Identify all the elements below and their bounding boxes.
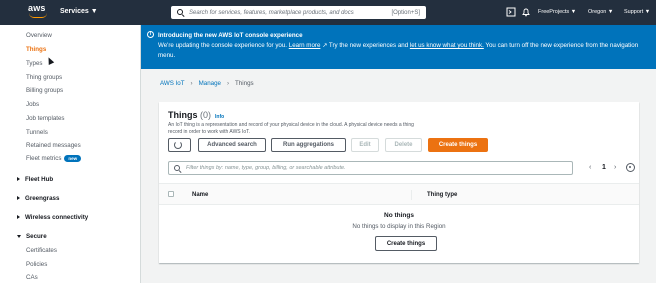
pagination-page[interactable]: 1 <box>602 164 606 171</box>
refresh-button[interactable] <box>168 138 191 152</box>
caret-right-icon <box>17 177 20 182</box>
banner-text: We're updating the console experience fo… <box>158 42 289 49</box>
support-menu[interactable]: Support ▼ <box>624 9 650 15</box>
aws-logo[interactable]: aws <box>28 4 50 20</box>
sidebar-item-billing-groups[interactable]: Billing groups <box>26 87 63 94</box>
aws-smile-icon <box>29 13 47 18</box>
caret-right-icon <box>17 196 20 201</box>
sidebar-item-thing-groups[interactable]: Thing groups <box>26 74 62 81</box>
advanced-search-button[interactable]: Advanced search <box>198 138 266 152</box>
sidebar-item-things[interactable]: Things <box>26 46 46 53</box>
section-label: Fleet Hub <box>25 176 54 183</box>
sidebar-item-fleet-metrics[interactable]: Fleet metrics new <box>26 155 82 163</box>
info-icon: i <box>147 31 154 38</box>
pagination-next[interactable]: › <box>614 164 616 171</box>
refresh-icon <box>174 141 182 149</box>
sidebar-item-overview[interactable]: Overview <box>26 32 52 39</box>
pagination-prev[interactable]: ‹ <box>589 164 591 171</box>
sidebar-item-job-templates[interactable]: Job templates <box>26 115 65 122</box>
edit-button[interactable]: Edit <box>351 138 379 152</box>
things-title: Things <box>168 110 198 120</box>
breadcrumb-aws-iot[interactable]: AWS IoT <box>160 80 185 87</box>
breadcrumb-manage[interactable]: Manage <box>199 80 221 87</box>
empty-create-things-button[interactable]: Create things <box>375 236 437 251</box>
cloudshell-icon[interactable] <box>506 7 516 17</box>
column-thing-type[interactable]: Thing type <box>427 192 457 198</box>
filter-placeholder: Filter things by: name, type, group, bil… <box>186 165 346 171</box>
select-all-checkbox[interactable] <box>168 191 174 197</box>
sidebar-item-label: Fleet metrics <box>26 155 62 163</box>
sidebar-item-cas[interactable]: CAs <box>26 274 38 281</box>
empty-state-title: No things <box>384 212 414 219</box>
search-icon <box>174 164 181 172</box>
banner-title: Introducing the new AWS IoT console expe… <box>158 32 303 39</box>
info-link[interactable]: Info <box>215 114 224 120</box>
things-description: An IoT thing is a representation and rec… <box>168 122 414 135</box>
column-divider <box>411 190 412 200</box>
section-label: Wireless connectivity <box>25 214 89 221</box>
caret-right-icon <box>17 215 20 220</box>
caret-down-icon <box>17 234 21 238</box>
sidebar-item-policies[interactable]: Policies <box>26 261 47 268</box>
global-search-input[interactable]: Search for services, features, marketpla… <box>171 6 426 19</box>
search-icon <box>177 9 184 16</box>
run-aggregations-button[interactable]: Run aggregations <box>271 138 346 152</box>
chevron-right-icon: › <box>226 80 230 87</box>
feedback-link[interactable]: let us know what you think. <box>410 42 484 49</box>
banner-body: We're updating the console experience fo… <box>158 41 648 61</box>
info-banner: i Introducing the new AWS IoT console ex… <box>141 25 656 69</box>
section-label: Secure <box>26 233 47 240</box>
table-header: Name Thing type <box>159 183 639 205</box>
column-name[interactable]: Name <box>192 192 208 198</box>
section-label: Greengrass <box>25 195 60 202</box>
gear-icon[interactable] <box>626 163 635 172</box>
services-menu[interactable]: Services ▼ <box>60 8 98 15</box>
sidebar-item-jobs[interactable]: Jobs <box>26 101 39 108</box>
create-things-button[interactable]: Create things <box>428 138 488 152</box>
breadcrumb: AWS IoT › Manage › Things <box>160 80 254 87</box>
sidebar-section-wireless-connectivity[interactable]: Wireless connectivity <box>17 214 88 221</box>
sidebar-section-secure[interactable]: Secure <box>17 233 47 240</box>
delete-button[interactable]: Delete <box>385 138 422 152</box>
banner-text: Try the new experiences and <box>327 42 410 49</box>
new-badge: new <box>64 155 82 162</box>
account-menu[interactable]: FreeProjects ▼ <box>538 9 576 15</box>
sidebar-item-retained-messages[interactable]: Retained messages <box>26 142 81 149</box>
sidebar-section-fleet-hub[interactable]: Fleet Hub <box>17 176 53 183</box>
learn-more-link[interactable]: Learn more <box>289 42 321 49</box>
search-placeholder: Search for services, features, marketpla… <box>189 9 354 16</box>
sidebar-item-tunnels[interactable]: Tunnels <box>26 129 48 136</box>
empty-state-subtitle: No things to display in this Region <box>352 223 446 230</box>
aws-logo-text: aws <box>28 3 46 13</box>
things-count: (0) <box>200 110 212 120</box>
sidebar-item-certificates[interactable]: Certificates <box>26 247 57 254</box>
breadcrumb-things: Things <box>235 80 254 87</box>
region-menu[interactable]: Oregon ▼ <box>588 9 613 15</box>
sidebar-item-types[interactable]: Types <box>26 60 43 67</box>
filter-things-input[interactable]: Filter things by: name, type, group, bil… <box>168 161 573 175</box>
sidebar: Overview Things Types Thing groups Billi… <box>0 25 141 283</box>
page-title: Things (0) Info <box>168 110 224 120</box>
things-panel: Things (0) Info An IoT thing is a represe… <box>159 102 639 263</box>
search-shortcut-hint: [Option+S] <box>391 9 420 16</box>
top-nav-bar: aws Services ▼ Search for services, feat… <box>0 0 656 25</box>
chevron-right-icon: › <box>190 80 193 87</box>
sidebar-section-greengrass[interactable]: Greengrass <box>17 195 59 202</box>
bell-icon[interactable] <box>521 7 531 17</box>
